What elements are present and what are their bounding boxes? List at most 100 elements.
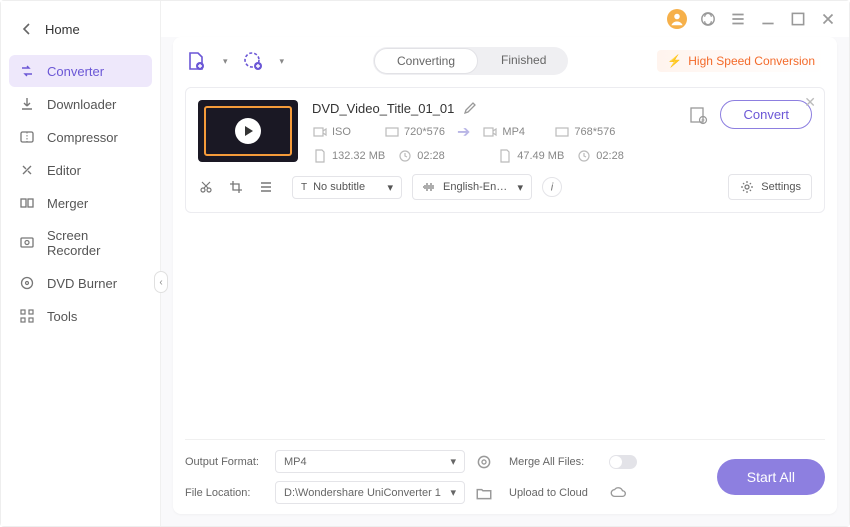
output-format-value: MP4 bbox=[284, 456, 307, 468]
chevron-down-icon: ▾ bbox=[450, 486, 456, 499]
screen-recorder-icon bbox=[19, 235, 35, 251]
nav-label: Downloader bbox=[47, 97, 116, 112]
file-icon bbox=[497, 148, 513, 164]
merge-toggle[interactable] bbox=[609, 455, 637, 469]
nav-merger[interactable]: Merger bbox=[9, 187, 152, 219]
sidebar-collapse-handle[interactable]: ‹ bbox=[154, 271, 168, 293]
src-format: ISO bbox=[332, 126, 351, 138]
caret-down-icon[interactable]: ▾ bbox=[280, 56, 285, 67]
dvd-burner-icon bbox=[19, 275, 35, 291]
file-location-value: D:\Wondershare UniConverter 1 bbox=[284, 487, 441, 499]
nav-label: Tools bbox=[47, 309, 77, 324]
file-location-select[interactable]: D:\Wondershare UniConverter 1 ▾ bbox=[275, 481, 465, 504]
maximize-icon[interactable] bbox=[789, 10, 807, 28]
nav-home[interactable]: Home bbox=[9, 13, 152, 45]
subtitle-value: No subtitle bbox=[313, 181, 381, 193]
list-icon[interactable] bbox=[258, 179, 274, 195]
nav-label: DVD Burner bbox=[47, 276, 117, 291]
topbar bbox=[161, 1, 849, 37]
dst-dur: 02:28 bbox=[596, 150, 624, 162]
nav-dvd-burner[interactable]: DVD Burner bbox=[9, 267, 152, 299]
convert-button[interactable]: Convert bbox=[720, 100, 812, 129]
tab-segment: Converting Finished bbox=[373, 47, 568, 75]
nav-tools[interactable]: Tools bbox=[9, 300, 152, 332]
video-thumbnail[interactable] bbox=[198, 100, 298, 162]
preset-settings-icon[interactable] bbox=[475, 453, 493, 471]
video-icon bbox=[482, 124, 498, 140]
add-url-button[interactable] bbox=[242, 50, 264, 72]
home-label: Home bbox=[45, 22, 80, 37]
clock-icon bbox=[576, 148, 592, 164]
nav-downloader[interactable]: Downloader bbox=[9, 88, 152, 120]
audio-value: English-English... bbox=[443, 181, 511, 193]
menu-icon[interactable] bbox=[729, 10, 747, 28]
upload-label: Upload to Cloud bbox=[509, 487, 599, 499]
open-folder-icon[interactable] bbox=[475, 484, 493, 502]
dst-size: 47.49 MB bbox=[517, 150, 564, 162]
tab-converting[interactable]: Converting bbox=[374, 48, 478, 74]
compressor-icon bbox=[19, 129, 35, 145]
nav-label: Editor bbox=[47, 163, 81, 178]
trim-icon[interactable] bbox=[198, 179, 214, 195]
src-res: 720*576 bbox=[404, 126, 445, 138]
add-file-button[interactable] bbox=[185, 50, 207, 72]
dst-res: 768*576 bbox=[574, 126, 615, 138]
info-icon[interactable]: i bbox=[542, 177, 562, 197]
footer: Output Format: MP4▾ Merge All Files: Sta… bbox=[185, 439, 825, 504]
audio-select[interactable]: English-English... ▾ bbox=[412, 174, 532, 200]
downloader-icon bbox=[19, 96, 35, 112]
audio-icon bbox=[421, 179, 437, 195]
output-format-select[interactable]: MP4 ▾ bbox=[275, 450, 465, 473]
banner-label: High Speed Conversion bbox=[688, 54, 815, 68]
item-title: DVD_Video_Title_01_01 bbox=[312, 101, 454, 116]
nav-list: Converter Downloader Compressor Editor M… bbox=[9, 55, 152, 332]
crop-icon[interactable] bbox=[228, 179, 244, 195]
sidebar: Home Converter Downloader Compressor Edi… bbox=[1, 1, 161, 526]
chevron-down-icon: ▾ bbox=[450, 455, 456, 468]
settings-label: Settings bbox=[761, 181, 801, 193]
tools-icon bbox=[19, 308, 35, 324]
chevron-down-icon: ▾ bbox=[517, 181, 523, 194]
conversion-item: ✕ DVD_Video_Title_01_01 ISO 720*576 ➔ bbox=[185, 87, 825, 213]
close-icon[interactable] bbox=[819, 10, 837, 28]
high-speed-conversion-banner[interactable]: ⚡ High Speed Conversion bbox=[657, 50, 825, 72]
minimize-icon[interactable] bbox=[759, 10, 777, 28]
editor-icon bbox=[19, 162, 35, 178]
file-location-label: File Location: bbox=[185, 487, 265, 499]
chevron-left-icon bbox=[19, 21, 35, 37]
subtitle-select[interactable]: T No subtitle ▾ bbox=[292, 176, 402, 199]
settings-button[interactable]: Settings bbox=[728, 174, 812, 200]
gear-icon bbox=[739, 179, 755, 195]
start-all-button[interactable]: Start All bbox=[717, 459, 825, 495]
merge-label: Merge All Files: bbox=[509, 456, 599, 468]
nav-screen-recorder[interactable]: Screen Recorder bbox=[9, 220, 152, 266]
nav-label: Compressor bbox=[47, 130, 118, 145]
main: ▾ ▾ Converting Finished ⚡ High Speed Con… bbox=[161, 1, 849, 526]
video-icon bbox=[312, 124, 328, 140]
dst-format: MP4 bbox=[502, 126, 525, 138]
resolution-icon bbox=[554, 124, 570, 140]
nav-editor[interactable]: Editor bbox=[9, 154, 152, 186]
lightning-icon: ⚡ bbox=[667, 54, 682, 68]
src-size: 132.32 MB bbox=[332, 150, 385, 162]
content-toolbar: ▾ ▾ Converting Finished ⚡ High Speed Con… bbox=[185, 47, 825, 75]
caret-down-icon[interactable]: ▾ bbox=[223, 56, 228, 67]
close-item-button[interactable]: ✕ bbox=[804, 94, 816, 111]
file-icon bbox=[312, 148, 328, 164]
chevron-down-icon: ▾ bbox=[387, 181, 393, 194]
clock-icon bbox=[397, 148, 413, 164]
edit-title-icon[interactable] bbox=[462, 100, 478, 116]
content: ▾ ▾ Converting Finished ⚡ High Speed Con… bbox=[173, 37, 837, 514]
nav-converter[interactable]: Converter bbox=[9, 55, 152, 87]
merger-icon bbox=[19, 195, 35, 211]
nav-label: Merger bbox=[47, 196, 88, 211]
src-dur: 02:28 bbox=[417, 150, 445, 162]
nav-compressor[interactable]: Compressor bbox=[9, 121, 152, 153]
source-stats: ISO 720*576 ➔ MP4 768*576 bbox=[312, 122, 674, 142]
preset-icon[interactable] bbox=[688, 105, 708, 125]
avatar-icon[interactable] bbox=[667, 9, 687, 29]
tab-finished[interactable]: Finished bbox=[479, 47, 568, 75]
play-icon bbox=[235, 118, 261, 144]
cloud-icon[interactable] bbox=[609, 484, 627, 502]
support-icon[interactable] bbox=[699, 10, 717, 28]
